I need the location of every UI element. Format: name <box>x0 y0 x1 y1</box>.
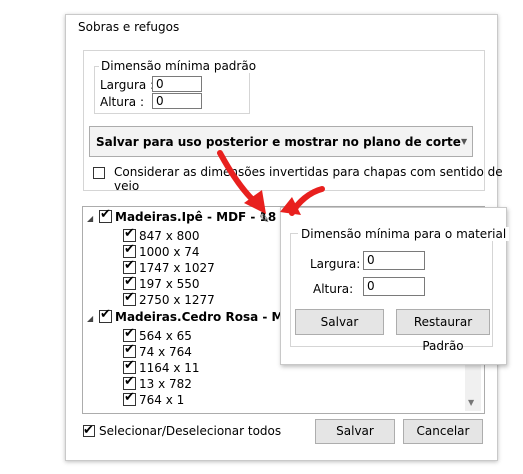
annotation-arrow-left <box>217 150 266 214</box>
annotation-arrows <box>217 150 325 216</box>
annotation-arrow-right <box>280 186 325 216</box>
